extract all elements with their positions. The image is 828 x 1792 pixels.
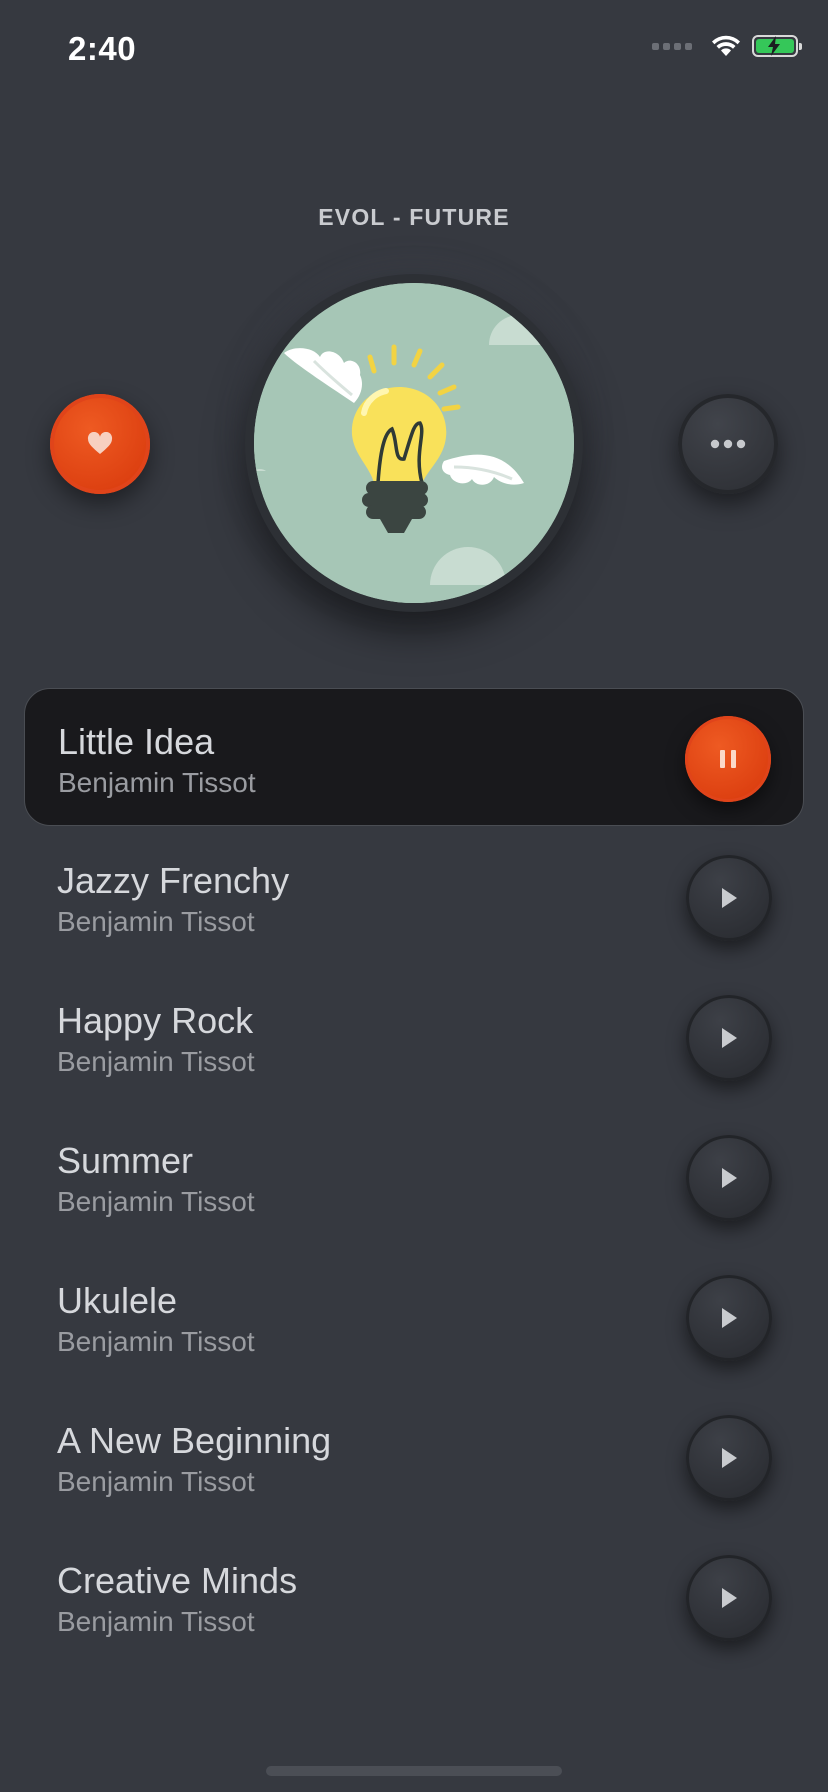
- like-button[interactable]: [50, 394, 150, 494]
- track-row-active[interactable]: Little Idea Benjamin Tissot: [24, 688, 804, 826]
- play-icon: [722, 1448, 737, 1468]
- home-indicator[interactable]: [266, 1766, 562, 1776]
- heart-icon: [87, 432, 113, 454]
- track-artist: Benjamin Tissot: [57, 906, 255, 937]
- track-artist: Benjamin Tissot: [57, 1606, 255, 1637]
- play-button[interactable]: [686, 1275, 772, 1361]
- lightbulb-with-wings-illustration: [254, 283, 574, 603]
- play-icon: [722, 1308, 737, 1328]
- play-button[interactable]: [686, 995, 772, 1081]
- play-icon: [722, 888, 737, 908]
- play-icon: [722, 1588, 737, 1608]
- music-player-screen: 2:40 EVOL - FUTURE Little Idea Benjamin …: [0, 0, 828, 1792]
- wifi-icon: [712, 35, 740, 56]
- more-options-button[interactable]: [678, 394, 778, 494]
- track-title: A New Beginning: [57, 1420, 332, 1461]
- play-icon: [722, 1028, 737, 1048]
- track-row[interactable]: A New Beginning Benjamin Tissot: [24, 1388, 804, 1526]
- track-title: Happy Rock: [57, 1000, 254, 1041]
- pause-icon: [720, 750, 736, 768]
- track-artist: Benjamin Tissot: [58, 767, 256, 798]
- track-artist: Benjamin Tissot: [57, 1046, 255, 1077]
- pause-button[interactable]: [685, 716, 771, 802]
- album-art: [254, 283, 574, 603]
- play-button[interactable]: [686, 1555, 772, 1641]
- status-icons: [652, 34, 802, 58]
- track-artist: Benjamin Tissot: [57, 1466, 255, 1497]
- track-artist: Benjamin Tissot: [57, 1186, 255, 1217]
- track-row[interactable]: Creative Minds Benjamin Tissot: [24, 1528, 804, 1666]
- album-title: EVOL - FUTURE: [318, 204, 510, 230]
- track-artist: Benjamin Tissot: [57, 1326, 255, 1357]
- status-time: 2:40: [68, 30, 137, 67]
- track-title: Little Idea: [58, 721, 215, 762]
- track-row[interactable]: Ukulele Benjamin Tissot: [24, 1248, 804, 1386]
- album-art-disc: [245, 274, 583, 612]
- play-button[interactable]: [686, 1415, 772, 1501]
- cellular-signal-icon: [652, 42, 692, 50]
- track-row[interactable]: Happy Rock Benjamin Tissot: [24, 968, 804, 1106]
- battery-icon: [752, 35, 802, 57]
- play-button[interactable]: [686, 1135, 772, 1221]
- track-title: Jazzy Frenchy: [57, 860, 290, 901]
- track-title: Ukulele: [57, 1280, 178, 1321]
- play-button[interactable]: [686, 855, 772, 941]
- track-title: Summer: [57, 1140, 194, 1181]
- track-row[interactable]: Jazzy Frenchy Benjamin Tissot: [24, 828, 804, 966]
- more-horizontal-icon: [710, 439, 746, 449]
- play-icon: [722, 1168, 737, 1188]
- track-title: Creative Minds: [57, 1560, 298, 1601]
- track-row[interactable]: Summer Benjamin Tissot: [24, 1108, 804, 1246]
